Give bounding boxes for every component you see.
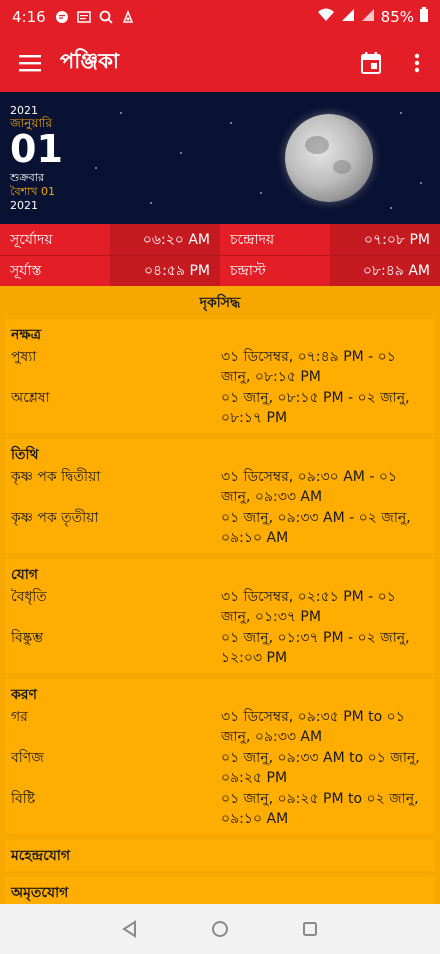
status-time: 4:16 — [12, 7, 46, 26]
calendar-icon — [361, 51, 381, 74]
nakshatra-card: নক্ষত্র পুষ্যা ৩১ ডিসেম্বর, ০৭:৪৯ PM - ০… — [5, 319, 435, 433]
item-name: কৃষ্ণ পক তৃতীয়া — [11, 510, 99, 526]
list-item: বণিজ ০১ জানু, ০৯:৩৩ AM to ০১ জানু, ০৯:২৫… — [11, 746, 429, 787]
app-title: পঞ্জিকা — [60, 49, 119, 73]
list-item: কৃষ্ণ পক দ্বিতীয়া ৩১ ডিসেম্বর, ০৯:৩০ AM… — [11, 465, 429, 506]
list-item: কৃষ্ণ পক তৃতীয়া ০১ জানু, ০৯:৩৩ AM - ০২ … — [11, 506, 429, 547]
sunrise-value: ০৬:২০ AM — [110, 224, 220, 255]
date-hero: 2021 জানুয়ারি 01 শুক্রবার বৈশাখ 01 2021 — [0, 92, 440, 224]
amrita-yoga-card: অমৃতযোগ — [5, 877, 435, 904]
times-row: সূর্যোদয় ০৬:২০ AM চন্দ্রোদয় ০৭:০৮ PM — [0, 224, 440, 255]
item-time-range: ৩১ ডিসেম্বর, ০৭:৪৯ PM - ০১ জানু, ০৮:১৫ P… — [221, 349, 396, 385]
system-nav-bar — [0, 904, 440, 954]
item-time-range: ৩১ ডিসেম্বর, ০২:৫১ PM - ০১ জানু, ০১:৩৭ P… — [221, 589, 396, 625]
list-item: পুষ্যা ৩১ ডিসেম্বর, ০৭:৪৯ PM - ০১ জানু, … — [11, 345, 429, 386]
home-button[interactable] — [207, 916, 233, 942]
hero-day: 01 — [10, 127, 63, 171]
notification-icons — [54, 9, 136, 25]
card-title: মহেন্দ্রযোগ — [11, 848, 71, 864]
item-name: কৃষ্ণ পক দ্বিতীয়া — [11, 469, 101, 485]
signal-icon — [341, 8, 355, 26]
battery-icon — [420, 7, 428, 26]
sun-moon-times: সূর্যোদয় ০৬:২০ AM চন্দ্রোদয় ০৭:০৮ PM স… — [0, 224, 440, 286]
times-row: সূর্যাস্ত ০৪:৫৯ PM চন্দ্রাস্ট ০৮:৪৯ AM — [0, 255, 440, 286]
card-title: করণ — [11, 687, 37, 703]
back-triangle-icon — [122, 920, 136, 938]
moonrise-label: চন্দ্রোদয় — [220, 224, 330, 255]
item-name: অশ্লেষা — [11, 390, 50, 406]
menu-button[interactable] — [0, 33, 60, 92]
hero-year-bottom: 2021 — [10, 199, 38, 212]
status-right: 85% — [317, 7, 428, 26]
list-item: বিষ্কুম্ভ ০১ জানু, ০১:৩৭ PM - ০২ জানু, ১… — [11, 626, 429, 667]
news-icon — [76, 9, 92, 25]
app-notification-icon — [120, 9, 136, 25]
back-button[interactable] — [117, 916, 143, 942]
tithi-card: তিথি কৃষ্ণ পক দ্বিতীয়া ৩১ ডিসেম্বর, ০৯:… — [5, 439, 435, 553]
item-time-range: ০১ জানু, ০৯:৩৩ AM - ০২ জানু, ০৯:১০ AM — [221, 510, 411, 546]
moonrise-value: ০৭:০৮ PM — [330, 224, 440, 255]
item-time-range: ০১ জানু, ০৯:৩৩ AM to ০১ জানু, ০৯:২৫ PM — [221, 750, 420, 786]
item-name: পুষ্যা — [11, 349, 37, 365]
list-item: বৈধৃতি ৩১ ডিসেম্বর, ০২:৫১ PM - ০১ জানু, … — [11, 585, 429, 626]
karana-card: করণ গর ৩১ ডিসেম্বর, ০৯:৩৫ PM to ০১ জানু,… — [5, 679, 435, 834]
item-time-range: ৩১ ডিসেম্বর, ০৯:৩০ AM - ০১ জানু, ০৯:৩৩ A… — [221, 469, 398, 505]
item-name: বিষ্কুম্ভ — [11, 630, 44, 646]
moon-image — [285, 114, 373, 202]
section-title: দৃকসিদ্ধ — [0, 287, 440, 318]
item-name: বণিজ — [11, 750, 44, 766]
battery-percent: 85% — [380, 7, 414, 26]
moonset-label: চন্দ্রাস্ট — [220, 256, 330, 286]
hamburger-menu-icon — [19, 54, 41, 71]
item-time-range: ০১ জানু, ০১:৩৭ PM - ০২ জানু, ১২:০৩ PM — [221, 630, 410, 666]
list-item: বিষ্টি ০১ জানু, ০৯:২৫ PM to ০২ জানু, ০৯:… — [11, 787, 429, 828]
home-circle-icon — [212, 921, 228, 937]
list-item: অশ্লেষা ০১ জানু, ০৮:১৫ PM - ০২ জানু, ০৮:… — [11, 386, 429, 427]
card-title: যোগ — [11, 567, 38, 583]
signal-secondary-icon — [361, 8, 375, 26]
sunrise-label: সূর্যোদয় — [0, 224, 110, 255]
search-app-icon — [98, 9, 114, 25]
item-name: বিষ্টি — [11, 791, 36, 807]
chat-bubble-icon — [54, 9, 70, 25]
sunset-value: ০৪:৫৯ PM — [110, 256, 220, 286]
list-item: গর ৩১ ডিসেম্বর, ০৯:৩৫ PM to ০১ জানু, ০৯:… — [11, 705, 429, 746]
item-name: বৈধৃতি — [11, 589, 47, 605]
recents-button[interactable] — [297, 916, 323, 942]
status-bar: 4:16 85% — [0, 0, 440, 33]
app-bar: পঞ্জিকা — [0, 33, 440, 92]
card-title: তিথি — [11, 447, 39, 463]
wifi-icon — [317, 8, 335, 26]
item-time-range: ০১ জানু, ০৯:২৫ PM to ০২ জানু, ০৯:১০ AM — [221, 791, 419, 827]
item-time-range: ০১ জানু, ০৮:১৫ PM - ০২ জানু, ০৮:১৭ PM — [221, 390, 410, 426]
calendar-button[interactable] — [348, 33, 394, 92]
yoga-card: যোগ বৈধৃতি ৩১ ডিসেম্বর, ০২:৫১ PM - ০১ জা… — [5, 559, 435, 673]
overflow-menu-button[interactable] — [394, 33, 440, 92]
card-title: অমৃতযোগ — [11, 885, 69, 901]
item-name: গর — [11, 709, 28, 725]
item-time-range: ৩১ ডিসেম্বর, ০৯:৩৫ PM to ০১ জানু, ০৯:৩৩ … — [221, 709, 405, 745]
card-title: নক্ষত্র — [11, 327, 41, 343]
sunset-label: সূর্যাস্ত — [0, 256, 110, 286]
recents-square-icon — [303, 922, 317, 936]
more-vertical-icon — [414, 53, 420, 72]
mahendra-yoga-card: মহেন্দ্রযোগ — [5, 840, 435, 871]
moonset-value: ০৮:৪৯ AM — [330, 256, 440, 286]
